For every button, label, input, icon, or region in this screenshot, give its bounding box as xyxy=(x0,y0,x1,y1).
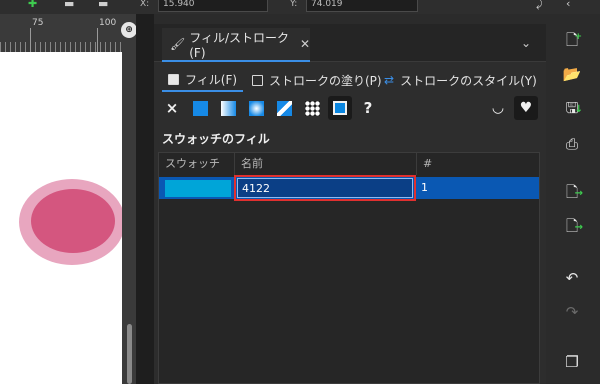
ellipse-shape-inner[interactable] xyxy=(31,189,115,253)
scrollbar-thumb[interactable] xyxy=(127,324,132,384)
dialog-header: 🖌 フィル/ストローク(F) ✕ ⌄ xyxy=(154,24,546,62)
redo-button[interactable]: ↷ xyxy=(560,300,584,324)
column-header-name[interactable]: 名前 xyxy=(235,153,417,175)
radial-gradient-icon xyxy=(248,100,264,116)
top-toolbar: ✚ ▬ ▬ X: 15.940 Y: 74.019 ⤸ ‹ xyxy=(0,0,600,14)
unset-paint-button[interactable]: ? xyxy=(356,96,380,120)
pattern-icon xyxy=(304,100,320,116)
swatch-number-cell: 1 xyxy=(421,181,428,194)
flat-color-icon xyxy=(192,100,208,116)
commands-bar: 🗋 + 📂 🖫 ↓ ⎙ 🗋 → 🗋 → ↶ ↷ ❐ xyxy=(546,14,600,384)
ruler-tick-label: 100 xyxy=(99,18,117,28)
column-header-swatch[interactable]: スウォッチ xyxy=(159,153,235,175)
fill-rule-nonzero-icon: ♥ xyxy=(519,100,533,116)
swatch-table: スウォッチ 名前 # 1 xyxy=(158,152,540,384)
subtab-fill[interactable]: フィル(F) xyxy=(162,68,244,92)
linear-gradient-button[interactable] xyxy=(216,96,240,120)
new-document-button[interactable]: 🗋 + xyxy=(560,30,584,54)
linear-gradient-icon xyxy=(220,100,236,116)
toolbar-overflow-icon[interactable]: ⤸ xyxy=(536,0,543,9)
pattern-button[interactable] xyxy=(300,96,324,120)
swatch-icon xyxy=(333,101,347,115)
vertical-scrollbar[interactable] xyxy=(122,14,136,384)
distribute-icon[interactable]: ▬ xyxy=(98,0,108,9)
fill-stroke-subtabs: フィル(F) ストロークの塗り(P) ⇄ ストロークのスタイル(Y) xyxy=(154,64,546,92)
duplicate-button[interactable]: ❐ xyxy=(560,350,584,374)
chevron-down-icon[interactable]: ⌄ xyxy=(514,32,538,54)
open-folder-button[interactable]: 📂 xyxy=(560,62,584,86)
download-arrow-icon: ↓ xyxy=(574,104,583,115)
subtab-stroke-style-label: ストロークのスタイル(Y) xyxy=(400,73,537,88)
app-window: ✚ ▬ ▬ X: 15.940 Y: 74.019 ⤸ ‹ 75 100 ⊕ 🖌… xyxy=(0,0,600,384)
fill-stroke-dialog: 🖌 フィル/ストローク(F) ✕ ⌄ フィル(F) ストロークの塗り(P) ⇄ … xyxy=(154,24,546,384)
mesh-gradient-button[interactable] xyxy=(272,96,296,120)
x-coordinate-field[interactable]: 15.940 xyxy=(158,0,268,12)
column-header-number[interactable]: # xyxy=(417,153,539,175)
import-button[interactable]: 🗋 → xyxy=(560,182,584,206)
align-icon[interactable]: ▬ xyxy=(64,0,74,9)
radial-gradient-button[interactable] xyxy=(244,96,268,120)
subtab-fill-label: フィル(F) xyxy=(185,72,238,87)
dock-separator xyxy=(136,14,154,384)
swatch-color-cell[interactable] xyxy=(165,180,231,197)
ruler-minor-ticks xyxy=(0,42,122,52)
horizontal-ruler: 75 100 xyxy=(0,14,122,52)
fill-rule-nonzero-button[interactable]: ♥ xyxy=(514,96,538,120)
print-button[interactable]: ⎙ xyxy=(560,132,584,156)
fill-indicator-icon xyxy=(168,73,179,85)
plus-icon: + xyxy=(574,32,582,42)
toolbar-back-icon[interactable]: ‹ xyxy=(566,0,570,9)
fill-rule-evenodd-icon: ◡ xyxy=(491,100,505,116)
tab-fill-stroke[interactable]: 🖌 フィル/ストローク(F) ✕ xyxy=(162,28,310,62)
export-arrow-icon: → xyxy=(574,222,583,233)
section-title: スウォッチのフィル xyxy=(162,132,270,146)
ruler-tick-label: 75 xyxy=(32,18,44,28)
flat-color-button[interactable] xyxy=(188,96,212,120)
y-coordinate-field[interactable]: 74.019 xyxy=(306,0,418,12)
y-label: Y: xyxy=(290,0,298,9)
export-button[interactable]: 🗋 → xyxy=(560,216,584,240)
undo-button[interactable]: ↶ xyxy=(560,266,584,290)
mesh-gradient-icon xyxy=(276,100,292,116)
brush-icon: 🖌 xyxy=(170,37,186,51)
snap-icon[interactable]: ✚ xyxy=(28,0,37,9)
swatch-name-input[interactable] xyxy=(234,175,416,201)
close-icon[interactable]: ✕ xyxy=(300,37,310,51)
fill-rule-evenodd-button[interactable]: ◡ xyxy=(486,96,510,120)
import-arrow-icon: → xyxy=(574,188,583,199)
tab-fill-stroke-label: フィル/ストローク(F) xyxy=(189,30,290,60)
table-row[interactable]: 1 xyxy=(159,175,539,201)
no-paint-button[interactable]: × xyxy=(160,96,184,120)
lock-guides-icon[interactable]: ⊕ xyxy=(121,22,137,38)
stroke-paint-indicator-icon xyxy=(252,74,263,86)
swatch-button[interactable] xyxy=(328,96,352,120)
save-button[interactable]: 🖫 ↓ xyxy=(560,98,584,122)
subtab-stroke-paint-label: ストロークの塗り(P) xyxy=(269,73,382,88)
stroke-style-icon: ⇄ xyxy=(384,73,395,87)
x-label: X: xyxy=(140,0,150,9)
subtab-stroke-paint[interactable]: ストロークの塗り(P) xyxy=(246,68,388,92)
fill-type-bar: × ? ◡ ♥ xyxy=(158,96,542,122)
subtab-stroke-style[interactable]: ⇄ ストロークのスタイル(Y) xyxy=(378,68,543,92)
